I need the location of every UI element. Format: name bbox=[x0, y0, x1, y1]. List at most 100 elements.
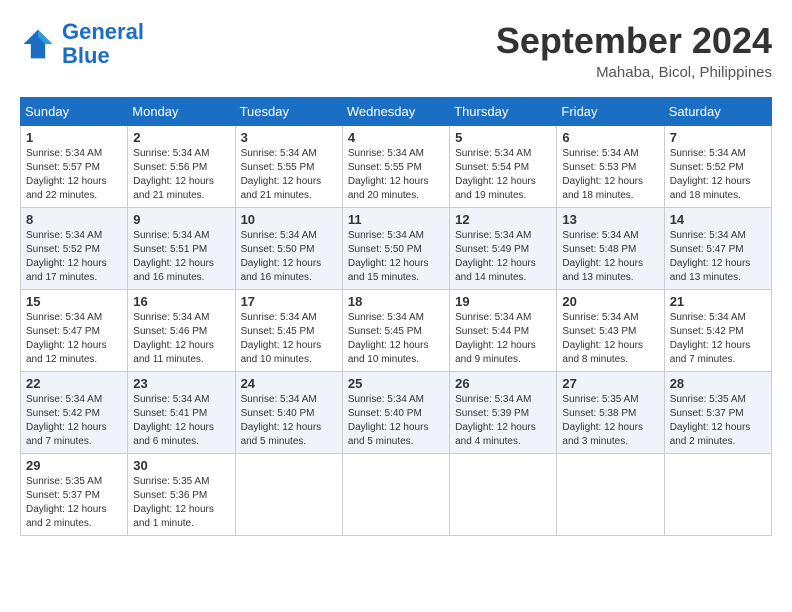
logo-icon bbox=[20, 26, 56, 62]
calendar-day-cell: 28 Sunrise: 5:35 AMSunset: 5:37 PMDaylig… bbox=[664, 372, 771, 454]
day-number: 13 bbox=[562, 212, 658, 227]
calendar-day-cell: 30 Sunrise: 5:35 AMSunset: 5:36 PMDaylig… bbox=[128, 454, 235, 536]
day-number: 27 bbox=[562, 376, 658, 391]
day-info: Sunrise: 5:35 AMSunset: 5:37 PMDaylight:… bbox=[670, 394, 751, 447]
day-number: 26 bbox=[455, 376, 551, 391]
calendar-body: 1 Sunrise: 5:34 AMSunset: 5:57 PMDayligh… bbox=[21, 126, 772, 536]
month-title: September 2024 bbox=[496, 20, 772, 62]
calendar-day-cell: 16 Sunrise: 5:34 AMSunset: 5:46 PMDaylig… bbox=[128, 290, 235, 372]
day-info: Sunrise: 5:34 AMSunset: 5:42 PMDaylight:… bbox=[670, 312, 751, 365]
day-number: 25 bbox=[348, 376, 444, 391]
weekday-header-cell: Friday bbox=[557, 98, 664, 126]
day-number: 21 bbox=[670, 294, 766, 309]
day-number: 28 bbox=[670, 376, 766, 391]
day-info: Sunrise: 5:34 AMSunset: 5:51 PMDaylight:… bbox=[133, 230, 214, 283]
day-number: 12 bbox=[455, 212, 551, 227]
day-number: 15 bbox=[26, 294, 122, 309]
weekday-header-cell: Tuesday bbox=[235, 98, 342, 126]
weekday-header-cell: Monday bbox=[128, 98, 235, 126]
calendar-table: SundayMondayTuesdayWednesdayThursdayFrid… bbox=[20, 97, 772, 536]
day-number: 9 bbox=[133, 212, 229, 227]
location-title: Mahaba, Bicol, Philippines bbox=[496, 64, 772, 81]
calendar-day-cell bbox=[664, 454, 771, 536]
calendar-week-row: 8 Sunrise: 5:34 AMSunset: 5:52 PMDayligh… bbox=[21, 208, 772, 290]
day-info: Sunrise: 5:35 AMSunset: 5:36 PMDaylight:… bbox=[133, 476, 214, 529]
day-info: Sunrise: 5:34 AMSunset: 5:52 PMDaylight:… bbox=[26, 230, 107, 283]
day-number: 3 bbox=[241, 130, 337, 145]
logo: General Blue bbox=[20, 20, 144, 68]
day-info: Sunrise: 5:34 AMSunset: 5:48 PMDaylight:… bbox=[562, 230, 643, 283]
day-info: Sunrise: 5:35 AMSunset: 5:38 PMDaylight:… bbox=[562, 394, 643, 447]
day-info: Sunrise: 5:34 AMSunset: 5:45 PMDaylight:… bbox=[348, 312, 429, 365]
day-number: 14 bbox=[670, 212, 766, 227]
calendar-day-cell: 20 Sunrise: 5:34 AMSunset: 5:43 PMDaylig… bbox=[557, 290, 664, 372]
calendar-day-cell bbox=[342, 454, 449, 536]
day-number: 18 bbox=[348, 294, 444, 309]
day-info: Sunrise: 5:34 AMSunset: 5:54 PMDaylight:… bbox=[455, 148, 536, 201]
calendar-week-row: 15 Sunrise: 5:34 AMSunset: 5:47 PMDaylig… bbox=[21, 290, 772, 372]
day-info: Sunrise: 5:34 AMSunset: 5:40 PMDaylight:… bbox=[348, 394, 429, 447]
day-number: 22 bbox=[26, 376, 122, 391]
day-number: 4 bbox=[348, 130, 444, 145]
calendar-day-cell: 4 Sunrise: 5:34 AMSunset: 5:55 PMDayligh… bbox=[342, 126, 449, 208]
calendar-day-cell bbox=[450, 454, 557, 536]
day-info: Sunrise: 5:34 AMSunset: 5:40 PMDaylight:… bbox=[241, 394, 322, 447]
day-number: 6 bbox=[562, 130, 658, 145]
day-info: Sunrise: 5:34 AMSunset: 5:45 PMDaylight:… bbox=[241, 312, 322, 365]
page-header: General Blue September 2024 Mahaba, Bico… bbox=[20, 20, 772, 81]
calendar-day-cell: 23 Sunrise: 5:34 AMSunset: 5:41 PMDaylig… bbox=[128, 372, 235, 454]
day-number: 16 bbox=[133, 294, 229, 309]
day-info: Sunrise: 5:34 AMSunset: 5:47 PMDaylight:… bbox=[26, 312, 107, 365]
calendar-day-cell: 21 Sunrise: 5:34 AMSunset: 5:42 PMDaylig… bbox=[664, 290, 771, 372]
calendar-day-cell: 18 Sunrise: 5:34 AMSunset: 5:45 PMDaylig… bbox=[342, 290, 449, 372]
day-number: 2 bbox=[133, 130, 229, 145]
day-number: 10 bbox=[241, 212, 337, 227]
day-number: 20 bbox=[562, 294, 658, 309]
day-number: 7 bbox=[670, 130, 766, 145]
calendar-day-cell: 5 Sunrise: 5:34 AMSunset: 5:54 PMDayligh… bbox=[450, 126, 557, 208]
calendar-day-cell: 29 Sunrise: 5:35 AMSunset: 5:37 PMDaylig… bbox=[21, 454, 128, 536]
day-number: 8 bbox=[26, 212, 122, 227]
day-info: Sunrise: 5:34 AMSunset: 5:41 PMDaylight:… bbox=[133, 394, 214, 447]
calendar-day-cell: 27 Sunrise: 5:35 AMSunset: 5:38 PMDaylig… bbox=[557, 372, 664, 454]
day-number: 29 bbox=[26, 458, 122, 473]
weekday-header-cell: Wednesday bbox=[342, 98, 449, 126]
calendar-day-cell bbox=[557, 454, 664, 536]
day-info: Sunrise: 5:34 AMSunset: 5:55 PMDaylight:… bbox=[348, 148, 429, 201]
calendar-day-cell: 17 Sunrise: 5:34 AMSunset: 5:45 PMDaylig… bbox=[235, 290, 342, 372]
title-block: September 2024 Mahaba, Bicol, Philippine… bbox=[496, 20, 772, 81]
day-info: Sunrise: 5:34 AMSunset: 5:49 PMDaylight:… bbox=[455, 230, 536, 283]
calendar-week-row: 22 Sunrise: 5:34 AMSunset: 5:42 PMDaylig… bbox=[21, 372, 772, 454]
day-info: Sunrise: 5:34 AMSunset: 5:47 PMDaylight:… bbox=[670, 230, 751, 283]
day-number: 5 bbox=[455, 130, 551, 145]
day-info: Sunrise: 5:34 AMSunset: 5:50 PMDaylight:… bbox=[348, 230, 429, 283]
day-info: Sunrise: 5:34 AMSunset: 5:56 PMDaylight:… bbox=[133, 148, 214, 201]
day-info: Sunrise: 5:34 AMSunset: 5:50 PMDaylight:… bbox=[241, 230, 322, 283]
calendar-day-cell: 2 Sunrise: 5:34 AMSunset: 5:56 PMDayligh… bbox=[128, 126, 235, 208]
weekday-header-cell: Thursday bbox=[450, 98, 557, 126]
calendar-week-row: 1 Sunrise: 5:34 AMSunset: 5:57 PMDayligh… bbox=[21, 126, 772, 208]
calendar-day-cell: 7 Sunrise: 5:34 AMSunset: 5:52 PMDayligh… bbox=[664, 126, 771, 208]
day-info: Sunrise: 5:34 AMSunset: 5:46 PMDaylight:… bbox=[133, 312, 214, 365]
day-number: 1 bbox=[26, 130, 122, 145]
calendar-day-cell: 3 Sunrise: 5:34 AMSunset: 5:55 PMDayligh… bbox=[235, 126, 342, 208]
logo-text: General Blue bbox=[62, 20, 144, 68]
weekday-header-cell: Sunday bbox=[21, 98, 128, 126]
day-number: 17 bbox=[241, 294, 337, 309]
calendar-day-cell: 11 Sunrise: 5:34 AMSunset: 5:50 PMDaylig… bbox=[342, 208, 449, 290]
calendar-day-cell: 26 Sunrise: 5:34 AMSunset: 5:39 PMDaylig… bbox=[450, 372, 557, 454]
day-info: Sunrise: 5:34 AMSunset: 5:44 PMDaylight:… bbox=[455, 312, 536, 365]
day-info: Sunrise: 5:34 AMSunset: 5:52 PMDaylight:… bbox=[670, 148, 751, 201]
day-number: 11 bbox=[348, 212, 444, 227]
calendar-day-cell: 14 Sunrise: 5:34 AMSunset: 5:47 PMDaylig… bbox=[664, 208, 771, 290]
calendar-week-row: 29 Sunrise: 5:35 AMSunset: 5:37 PMDaylig… bbox=[21, 454, 772, 536]
calendar-day-cell: 6 Sunrise: 5:34 AMSunset: 5:53 PMDayligh… bbox=[557, 126, 664, 208]
calendar-day-cell: 1 Sunrise: 5:34 AMSunset: 5:57 PMDayligh… bbox=[21, 126, 128, 208]
weekday-header-row: SundayMondayTuesdayWednesdayThursdayFrid… bbox=[21, 98, 772, 126]
day-info: Sunrise: 5:34 AMSunset: 5:53 PMDaylight:… bbox=[562, 148, 643, 201]
day-info: Sunrise: 5:34 AMSunset: 5:57 PMDaylight:… bbox=[26, 148, 107, 201]
calendar-day-cell: 8 Sunrise: 5:34 AMSunset: 5:52 PMDayligh… bbox=[21, 208, 128, 290]
day-info: Sunrise: 5:34 AMSunset: 5:55 PMDaylight:… bbox=[241, 148, 322, 201]
calendar-day-cell: 12 Sunrise: 5:34 AMSunset: 5:49 PMDaylig… bbox=[450, 208, 557, 290]
calendar-day-cell: 15 Sunrise: 5:34 AMSunset: 5:47 PMDaylig… bbox=[21, 290, 128, 372]
